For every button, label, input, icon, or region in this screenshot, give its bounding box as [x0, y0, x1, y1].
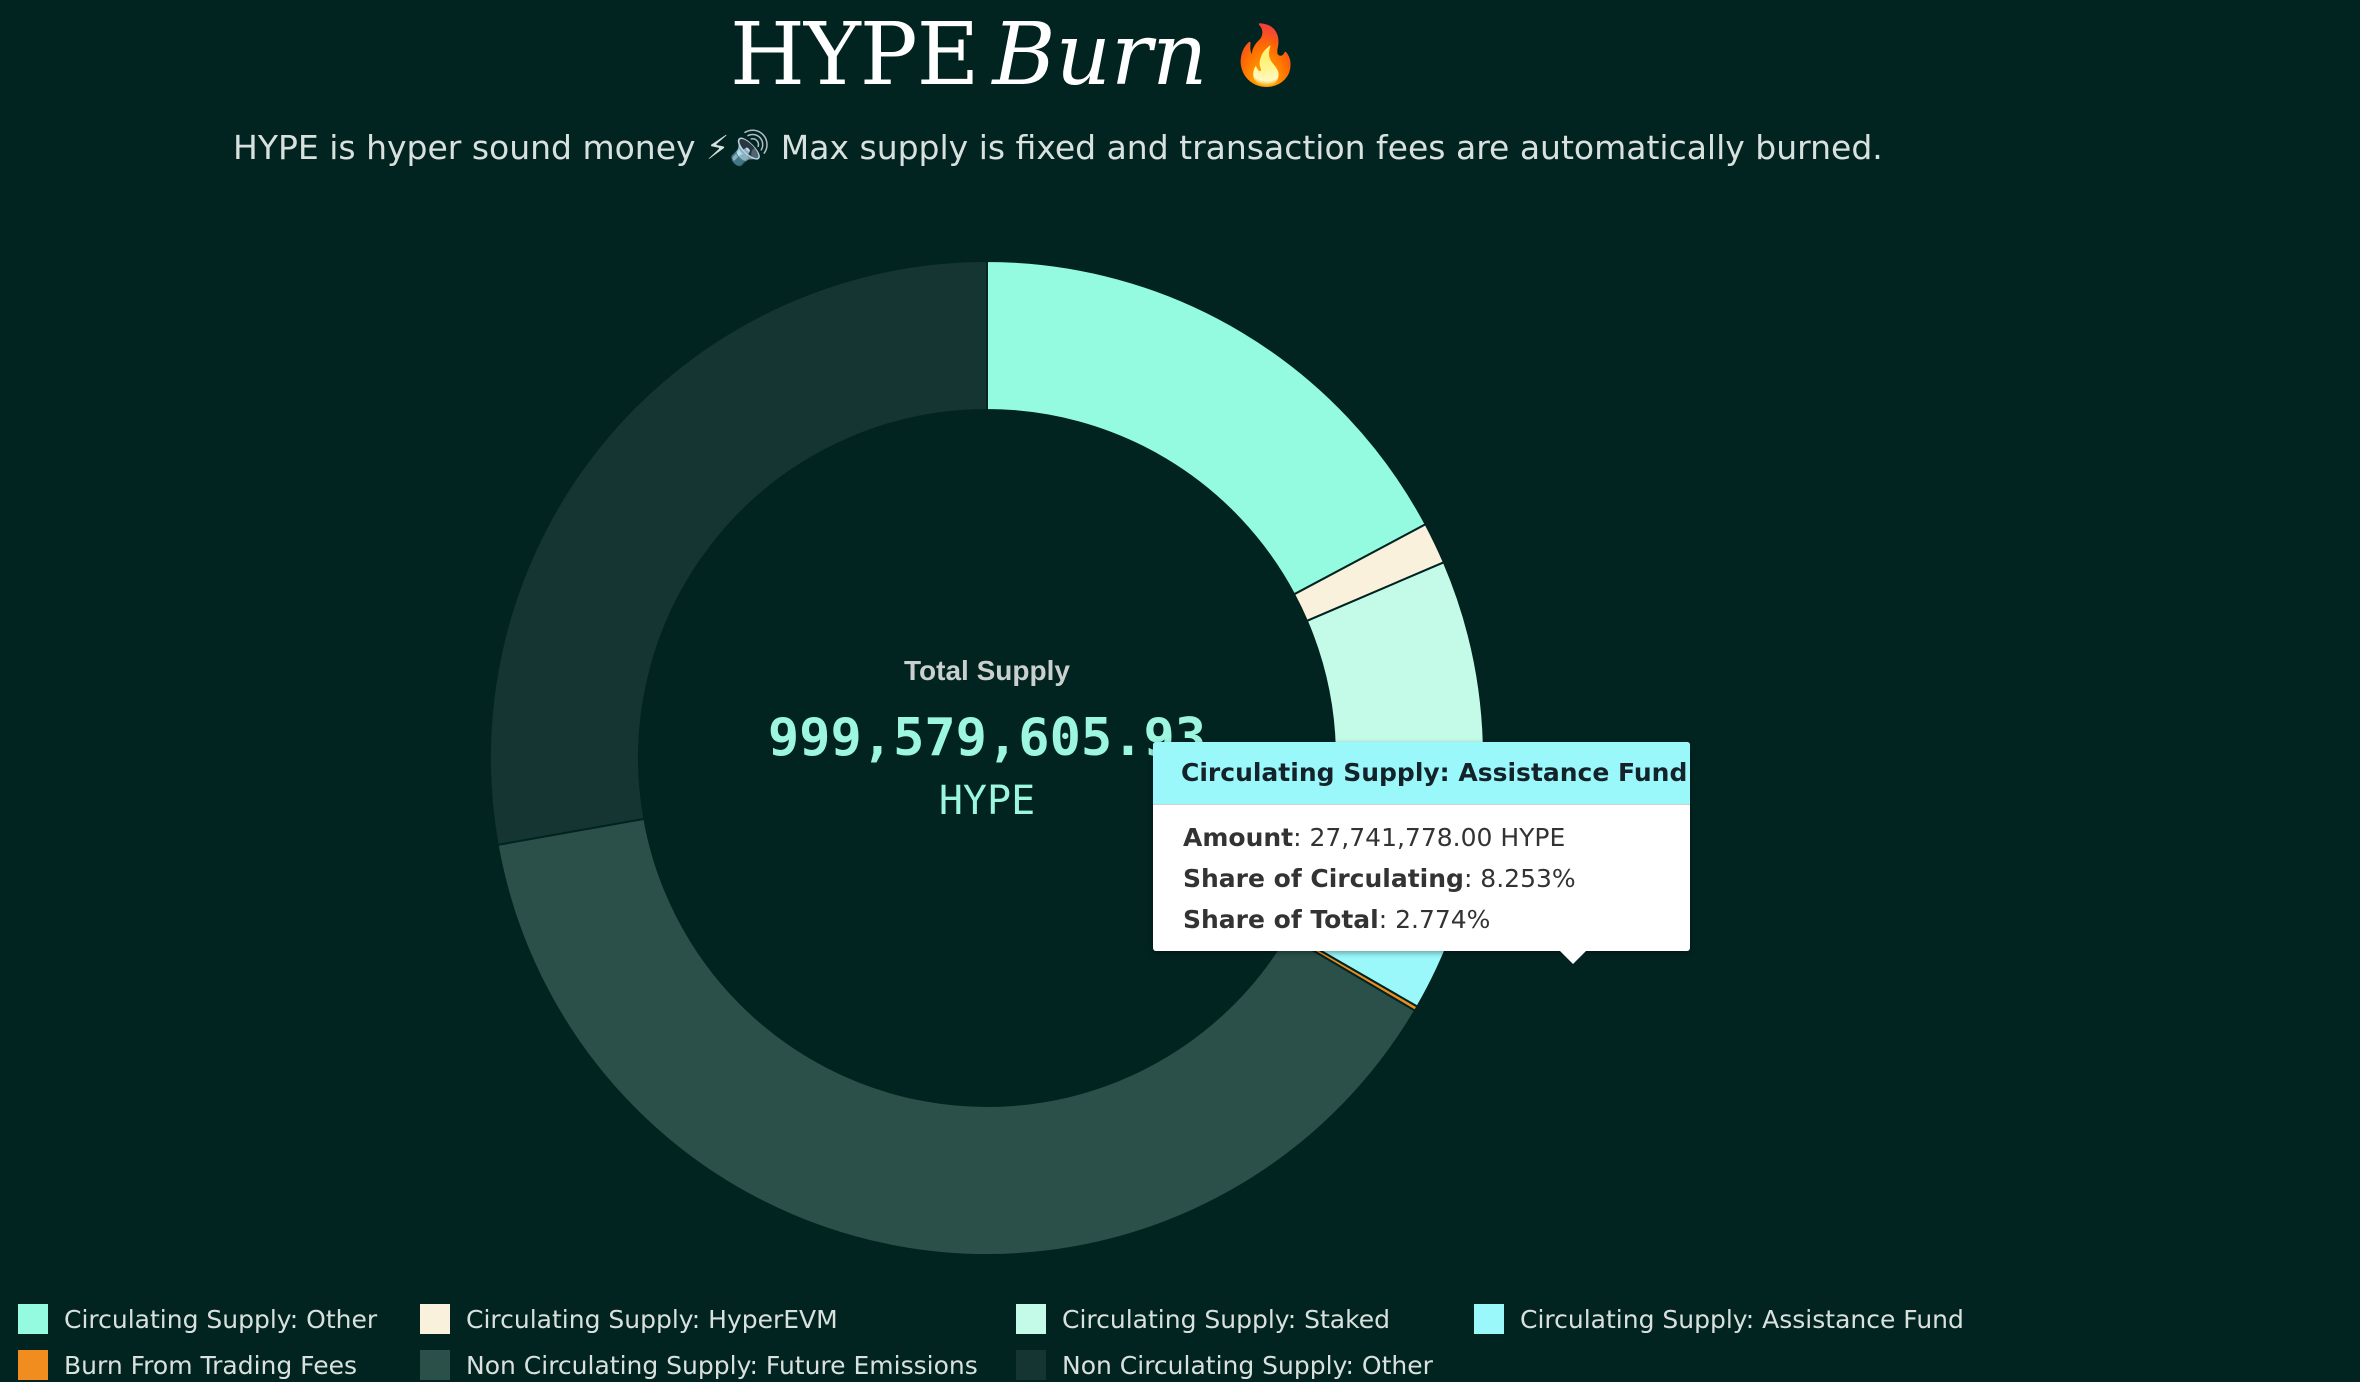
tooltip-value: : 2.774% [1378, 905, 1491, 934]
tooltip-value: : 8.253% [1463, 864, 1576, 893]
center-total-label: Total Supply [904, 655, 1070, 686]
supply-donut-chart [489, 259, 1485, 1256]
legend-label: Non Circulating Supply: Other [1062, 1350, 1433, 1380]
tooltip-value: : 27,741,778.00 HYPE [1293, 823, 1566, 852]
legend-item[interactable]: Non Circulating Supply: Other [1016, 1346, 1433, 1382]
legend-item[interactable]: Circulating Supply: Staked [1016, 1300, 1390, 1338]
legend-label: Circulating Supply: Assistance Fund [1520, 1304, 1964, 1334]
tooltip-row-share-total: Share of Total: 2.774% [1153, 899, 1690, 940]
legend-swatch [420, 1350, 450, 1380]
legend-swatch [18, 1350, 48, 1380]
legend-label: Circulating Supply: Staked [1062, 1304, 1390, 1334]
tooltip-row-amount: Amount: 27,741,778.00 HYPE [1153, 817, 1690, 858]
legend-swatch [420, 1304, 450, 1334]
donut-slice-circulating-supply-other[interactable] [986, 259, 1427, 596]
page: HYPE Burn 🔥 HYPE is hyper sound money ⚡🔊… [0, 0, 2360, 1382]
legend-label: Circulating Supply: HyperEVM [466, 1304, 838, 1334]
tooltip-label: Amount [1183, 823, 1294, 852]
tooltip-label: Share of Total [1183, 905, 1379, 934]
legend-item[interactable]: Circulating Supply: Assistance Fund [1474, 1300, 1964, 1338]
legend-item[interactable]: Circulating Supply: HyperEVM [420, 1300, 838, 1338]
slice-tooltip: Circulating Supply: Assistance Fund Amou… [1153, 742, 1690, 964]
tooltip-label: Share of Circulating [1183, 864, 1464, 893]
tooltip-row-share-circulating: Share of Circulating: 8.253% [1153, 858, 1690, 899]
tooltip-arrow [1560, 951, 1586, 964]
legend-item[interactable]: Circulating Supply: Other [18, 1300, 377, 1338]
legend-swatch [1016, 1350, 1046, 1380]
legend-label: Burn From Trading Fees [64, 1350, 357, 1380]
legend-label: Non Circulating Supply: Future Emissions [466, 1350, 978, 1380]
legend-item[interactable]: Burn From Trading Fees [18, 1346, 357, 1382]
legend-swatch [1474, 1304, 1504, 1334]
legend-swatch [18, 1304, 48, 1334]
legend-item[interactable]: Non Circulating Supply: Future Emissions [420, 1346, 978, 1382]
tooltip-title: Circulating Supply: Assistance Fund [1153, 742, 1690, 805]
legend-label: Circulating Supply: Other [64, 1304, 378, 1334]
legend-swatch [1016, 1304, 1046, 1334]
chart-legend: Circulating Supply: Other Circulating Sup… [18, 1300, 2338, 1382]
